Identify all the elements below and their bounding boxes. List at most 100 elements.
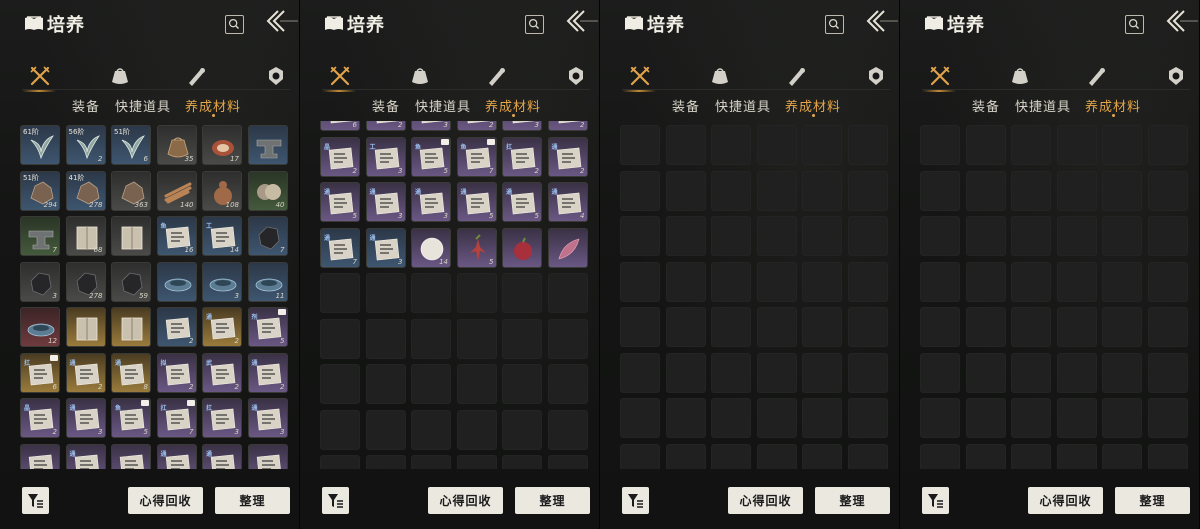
- empty-slot[interactable]: [547, 364, 588, 404]
- filter-button[interactable]: [622, 487, 649, 514]
- empty-slot[interactable]: [920, 352, 960, 393]
- inventory-item[interactable]: [247, 443, 288, 469]
- inventory-item[interactable]: 拟2: [156, 352, 197, 393]
- inventory-item[interactable]: 鱼7: [456, 136, 497, 177]
- empty-slot[interactable]: [320, 364, 360, 404]
- empty-slot[interactable]: [365, 318, 406, 359]
- inventory-item[interactable]: 鱼 16: [156, 216, 197, 256]
- inventory-item[interactable]: 通7: [320, 227, 360, 268]
- empty-slot[interactable]: [756, 443, 797, 469]
- empty-slot[interactable]: [1147, 261, 1188, 302]
- empty-slot[interactable]: [1147, 443, 1188, 469]
- inventory-item[interactable]: [547, 227, 588, 268]
- inventory-item[interactable]: [502, 227, 542, 268]
- empty-slot[interactable]: [965, 443, 1006, 469]
- empty-slot[interactable]: [411, 318, 451, 359]
- empty-slot[interactable]: [620, 352, 660, 393]
- inventory-item[interactable]: [156, 261, 197, 302]
- inventory-item[interactable]: 11: [247, 261, 288, 302]
- empty-slot[interactable]: [847, 443, 888, 469]
- empty-slot[interactable]: [965, 170, 1006, 211]
- empty-slot[interactable]: [711, 443, 751, 469]
- inventory-item[interactable]: 3: [20, 261, 60, 302]
- inventory-item[interactable]: 14: [411, 227, 451, 268]
- inventory-item[interactable]: 通3: [247, 398, 288, 438]
- empty-slot[interactable]: [802, 352, 842, 393]
- scroll-icon[interactable]: [482, 62, 510, 90]
- subtab-1[interactable]: 快捷道具: [1015, 96, 1071, 115]
- subtab-1[interactable]: 快捷道具: [715, 96, 771, 115]
- collapse-arrow-icon[interactable]: [1164, 8, 1199, 34]
- search-icon[interactable]: [825, 15, 844, 34]
- empty-slot[interactable]: [502, 455, 542, 469]
- inventory-item[interactable]: 56阶 2: [65, 125, 106, 165]
- empty-slot[interactable]: [1147, 170, 1188, 211]
- empty-slot[interactable]: [802, 443, 842, 469]
- empty-slot[interactable]: [547, 273, 588, 313]
- empty-slot[interactable]: [320, 455, 360, 469]
- empty-slot[interactable]: [1056, 443, 1097, 469]
- empty-slot[interactable]: [620, 216, 660, 256]
- empty-slot[interactable]: [802, 170, 842, 211]
- empty-slot[interactable]: [1011, 307, 1051, 347]
- empty-slot[interactable]: [620, 443, 660, 469]
- empty-slot[interactable]: [711, 216, 751, 256]
- empty-slot[interactable]: [365, 455, 406, 469]
- inventory-item[interactable]: 晶2: [320, 136, 360, 177]
- inventory-item[interactable]: 363: [111, 170, 151, 211]
- empty-slot[interactable]: [502, 273, 542, 313]
- empty-slot[interactable]: [1011, 170, 1051, 211]
- pouch-icon[interactable]: [406, 62, 434, 90]
- orb-icon[interactable]: [262, 62, 290, 90]
- inventory-item[interactable]: 通3: [65, 398, 106, 438]
- inventory-item[interactable]: 鱼5: [411, 136, 451, 177]
- pouch-icon[interactable]: [106, 62, 134, 90]
- inventory-item[interactable]: [247, 125, 288, 165]
- empty-slot[interactable]: [1056, 125, 1097, 165]
- crossed-swords-icon[interactable]: [322, 62, 356, 92]
- search-icon[interactable]: [525, 15, 544, 34]
- empty-slot[interactable]: [1147, 125, 1188, 165]
- empty-slot[interactable]: [620, 307, 660, 347]
- subtab-2[interactable]: 养成材料: [1085, 96, 1141, 117]
- collapse-arrow-icon[interactable]: [864, 8, 899, 34]
- subtab-0[interactable]: 装备: [972, 96, 1000, 115]
- inventory-item[interactable]: 扛2: [502, 136, 542, 177]
- inventory-item[interactable]: 通5: [320, 182, 360, 222]
- empty-slot[interactable]: [1056, 170, 1097, 211]
- scroll-icon[interactable]: [1082, 62, 1110, 90]
- crossed-swords-icon[interactable]: [22, 62, 56, 92]
- inventory-item[interactable]: 通8: [111, 352, 151, 393]
- item-grid[interactable]: 6 2 3 2 3 2 晶 2 工 3 鱼 5 鱼 7 扛 2 通 2 通 5 通 3 通 3 通 5 通 5 通 4 通 7 通 3 14 5: [320, 121, 592, 469]
- empty-slot[interactable]: [1102, 307, 1142, 347]
- empty-slot[interactable]: [1147, 398, 1188, 438]
- inventory-item[interactable]: 3: [502, 121, 542, 131]
- collapse-arrow-icon[interactable]: [264, 8, 299, 34]
- inventory-item[interactable]: 通2: [65, 352, 106, 393]
- empty-slot[interactable]: [665, 307, 706, 347]
- inventory-item[interactable]: 扛3: [202, 398, 242, 438]
- subtab-1[interactable]: 快捷道具: [415, 96, 471, 115]
- search-icon[interactable]: [1125, 15, 1144, 34]
- inventory-item[interactable]: [65, 307, 106, 347]
- empty-slot[interactable]: [502, 318, 542, 359]
- empty-slot[interactable]: [756, 307, 797, 347]
- empty-slot[interactable]: [665, 352, 706, 393]
- inventory-item[interactable]: [20, 443, 60, 469]
- empty-slot[interactable]: [456, 409, 497, 450]
- inventory-item[interactable]: 35: [156, 125, 197, 165]
- empty-slot[interactable]: [711, 125, 751, 165]
- empty-slot[interactable]: [756, 125, 797, 165]
- item-grid[interactable]: 61阶 56阶 2 51阶 6 35 17 51阶 294 41阶 278 363 140 108 40 7 6…: [20, 121, 292, 469]
- inventory-item[interactable]: 工 14: [202, 216, 242, 256]
- inventory-item[interactable]: 通4: [547, 182, 588, 222]
- item-grid[interactable]: [920, 121, 1192, 469]
- empty-slot[interactable]: [665, 443, 706, 469]
- orb-icon[interactable]: [562, 62, 590, 90]
- empty-slot[interactable]: [620, 170, 660, 211]
- subtab-2[interactable]: 养成材料: [185, 96, 241, 117]
- empty-slot[interactable]: [1102, 443, 1142, 469]
- empty-slot[interactable]: [547, 318, 588, 359]
- inventory-item[interactable]: 2: [456, 121, 497, 131]
- empty-slot[interactable]: [802, 216, 842, 256]
